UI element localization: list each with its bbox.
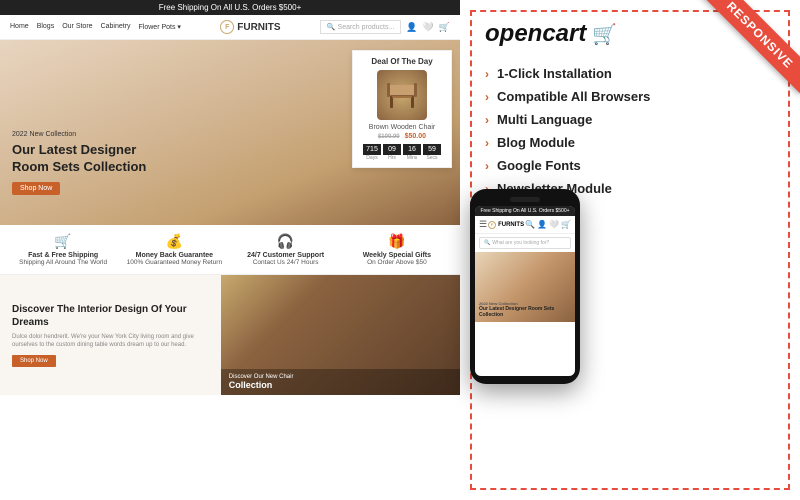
nav-links: Home Blogs Our Store Cabinetry Flower Po… [10, 23, 181, 31]
phone-mockup-section: Free Shipping On All U.S. Orders $500+ ☰… [470, 189, 760, 384]
search-box[interactable]: 🔍 Search products... [320, 20, 401, 34]
phone-notch [510, 197, 540, 202]
chevron-icon: › [485, 159, 489, 173]
top-bar: Free Shipping On All U.S. Orders $500+ [0, 0, 460, 15]
opencart-text: opencart [485, 20, 586, 48]
hero-section: 2022 New Collection Our Latest Designer … [0, 40, 460, 225]
hero-cta-button[interactable]: Shop Now [12, 182, 60, 195]
phone-logo-icon: F [488, 221, 496, 229]
phone-mockup: Free Shipping On All U.S. Orders $500+ ☰… [470, 189, 580, 384]
phone-screen: Free Shipping On All U.S. Orders $500+ ☰… [475, 206, 575, 376]
deal-product-name: Brown Wooden Chair [359, 124, 445, 131]
phone-hero: 2022 New Collection Our Latest Designer … [475, 252, 575, 322]
phone-nav-icons: 🔍 👤 🤍 🛒 [525, 220, 571, 229]
gifts-icon: 🎁 [344, 233, 450, 250]
feature-label-google-fonts: Google Fonts [497, 158, 581, 173]
features-panel: RESPONSIVE opencart 🛒 › 1-Click Installa… [460, 0, 800, 500]
phone-logo: F FURNITS [488, 221, 524, 229]
interior-title: Discover The Interior Design Of Your Dre… [12, 303, 209, 329]
feature-label: Multi Language [497, 112, 592, 127]
responsive-badge-container: RESPONSIVE [680, 0, 800, 120]
feature-label: Compatible All Browsers [497, 89, 650, 104]
hero-content: 2022 New Collection Our Latest Designer … [12, 131, 152, 195]
chevron-icon: › [485, 90, 489, 104]
feature-label: Blog Module [497, 135, 575, 150]
interior-section: Discover The Interior Design Of Your Dre… [0, 275, 460, 395]
interior-text: Dulce dolor hendrerit. We're your New Yo… [12, 333, 209, 350]
list-item: › Blog Module [485, 135, 775, 150]
nav-logo: F FURNITS [220, 20, 280, 34]
interior-right: Discover Our New Chair Collection [221, 275, 460, 395]
phone-topbar: Free Shipping On All U.S. Orders $500+ [475, 206, 575, 216]
phone-hamburger-icon: ☰ [479, 219, 487, 230]
support-icon: 🎧 [233, 233, 339, 250]
responsive-badge: RESPONSIVE [701, 0, 800, 94]
phone-hero-text: 2022 New Collection Our Latest Designer … [479, 301, 575, 318]
logo-icon: F [220, 20, 234, 34]
hero-badge: 2022 New Collection [12, 131, 152, 138]
chevron-icon: › [485, 67, 489, 81]
chair-svg [382, 75, 422, 115]
list-item: › Google Fonts [485, 158, 775, 173]
website-preview: Free Shipping On All U.S. Orders $500+ H… [0, 0, 460, 500]
feature-shipping: 🛒 Fast & Free Shipping Shipping All Arou… [10, 233, 116, 266]
features-row: 🛒 Fast & Free Shipping Shipping All Arou… [0, 225, 460, 275]
deal-title: Deal Of The Day [359, 57, 445, 66]
topbar-text: Free Shipping On All U.S. Orders $500+ [159, 3, 302, 12]
sofa-overlay: Discover Our New Chair Collection [221, 369, 460, 395]
logo-name: FURNITS [237, 22, 280, 33]
feature-gifts: 🎁 Weekly Special Gifts On Order Above $5… [344, 233, 450, 266]
feature-support: 🎧 24/7 Customer Support Contact Us 24/7 … [233, 233, 339, 266]
chevron-icon: › [485, 136, 489, 150]
phone-nav: ☰ F FURNITS 🔍 👤 🤍 🛒 [475, 216, 575, 234]
deal-box: Deal Of The Day Brown Wooden Chair $100.… [352, 50, 452, 168]
deal-product-image [377, 70, 427, 120]
hero-title: Our Latest Designer Room Sets Collection [12, 142, 152, 176]
deal-timer: 715 Days 09 Hrs 16 Mins 59 Secs [359, 144, 445, 161]
feature-money-back: 💰 Money Back Guarantee 100% Guaranteed M… [121, 233, 227, 266]
feature-label: 1-Click Installation [497, 66, 612, 81]
opencart-cart-icon: 🛒 [592, 22, 617, 47]
nav-bar: Home Blogs Our Store Cabinetry Flower Po… [0, 15, 460, 40]
deal-price: $100.00 $50.00 [359, 133, 445, 140]
interior-left: Discover The Interior Design Of Your Dre… [0, 275, 221, 395]
shipping-icon: 🛒 [10, 233, 116, 250]
chevron-icon: › [485, 113, 489, 127]
phone-search-bar: 🔍 What are you looking for? [479, 237, 571, 249]
money-icon: 💰 [121, 233, 227, 250]
interior-cta-button[interactable]: Shop Now [12, 355, 56, 367]
nav-right: 🔍 Search products... 👤 🤍 🛒 [320, 20, 450, 34]
